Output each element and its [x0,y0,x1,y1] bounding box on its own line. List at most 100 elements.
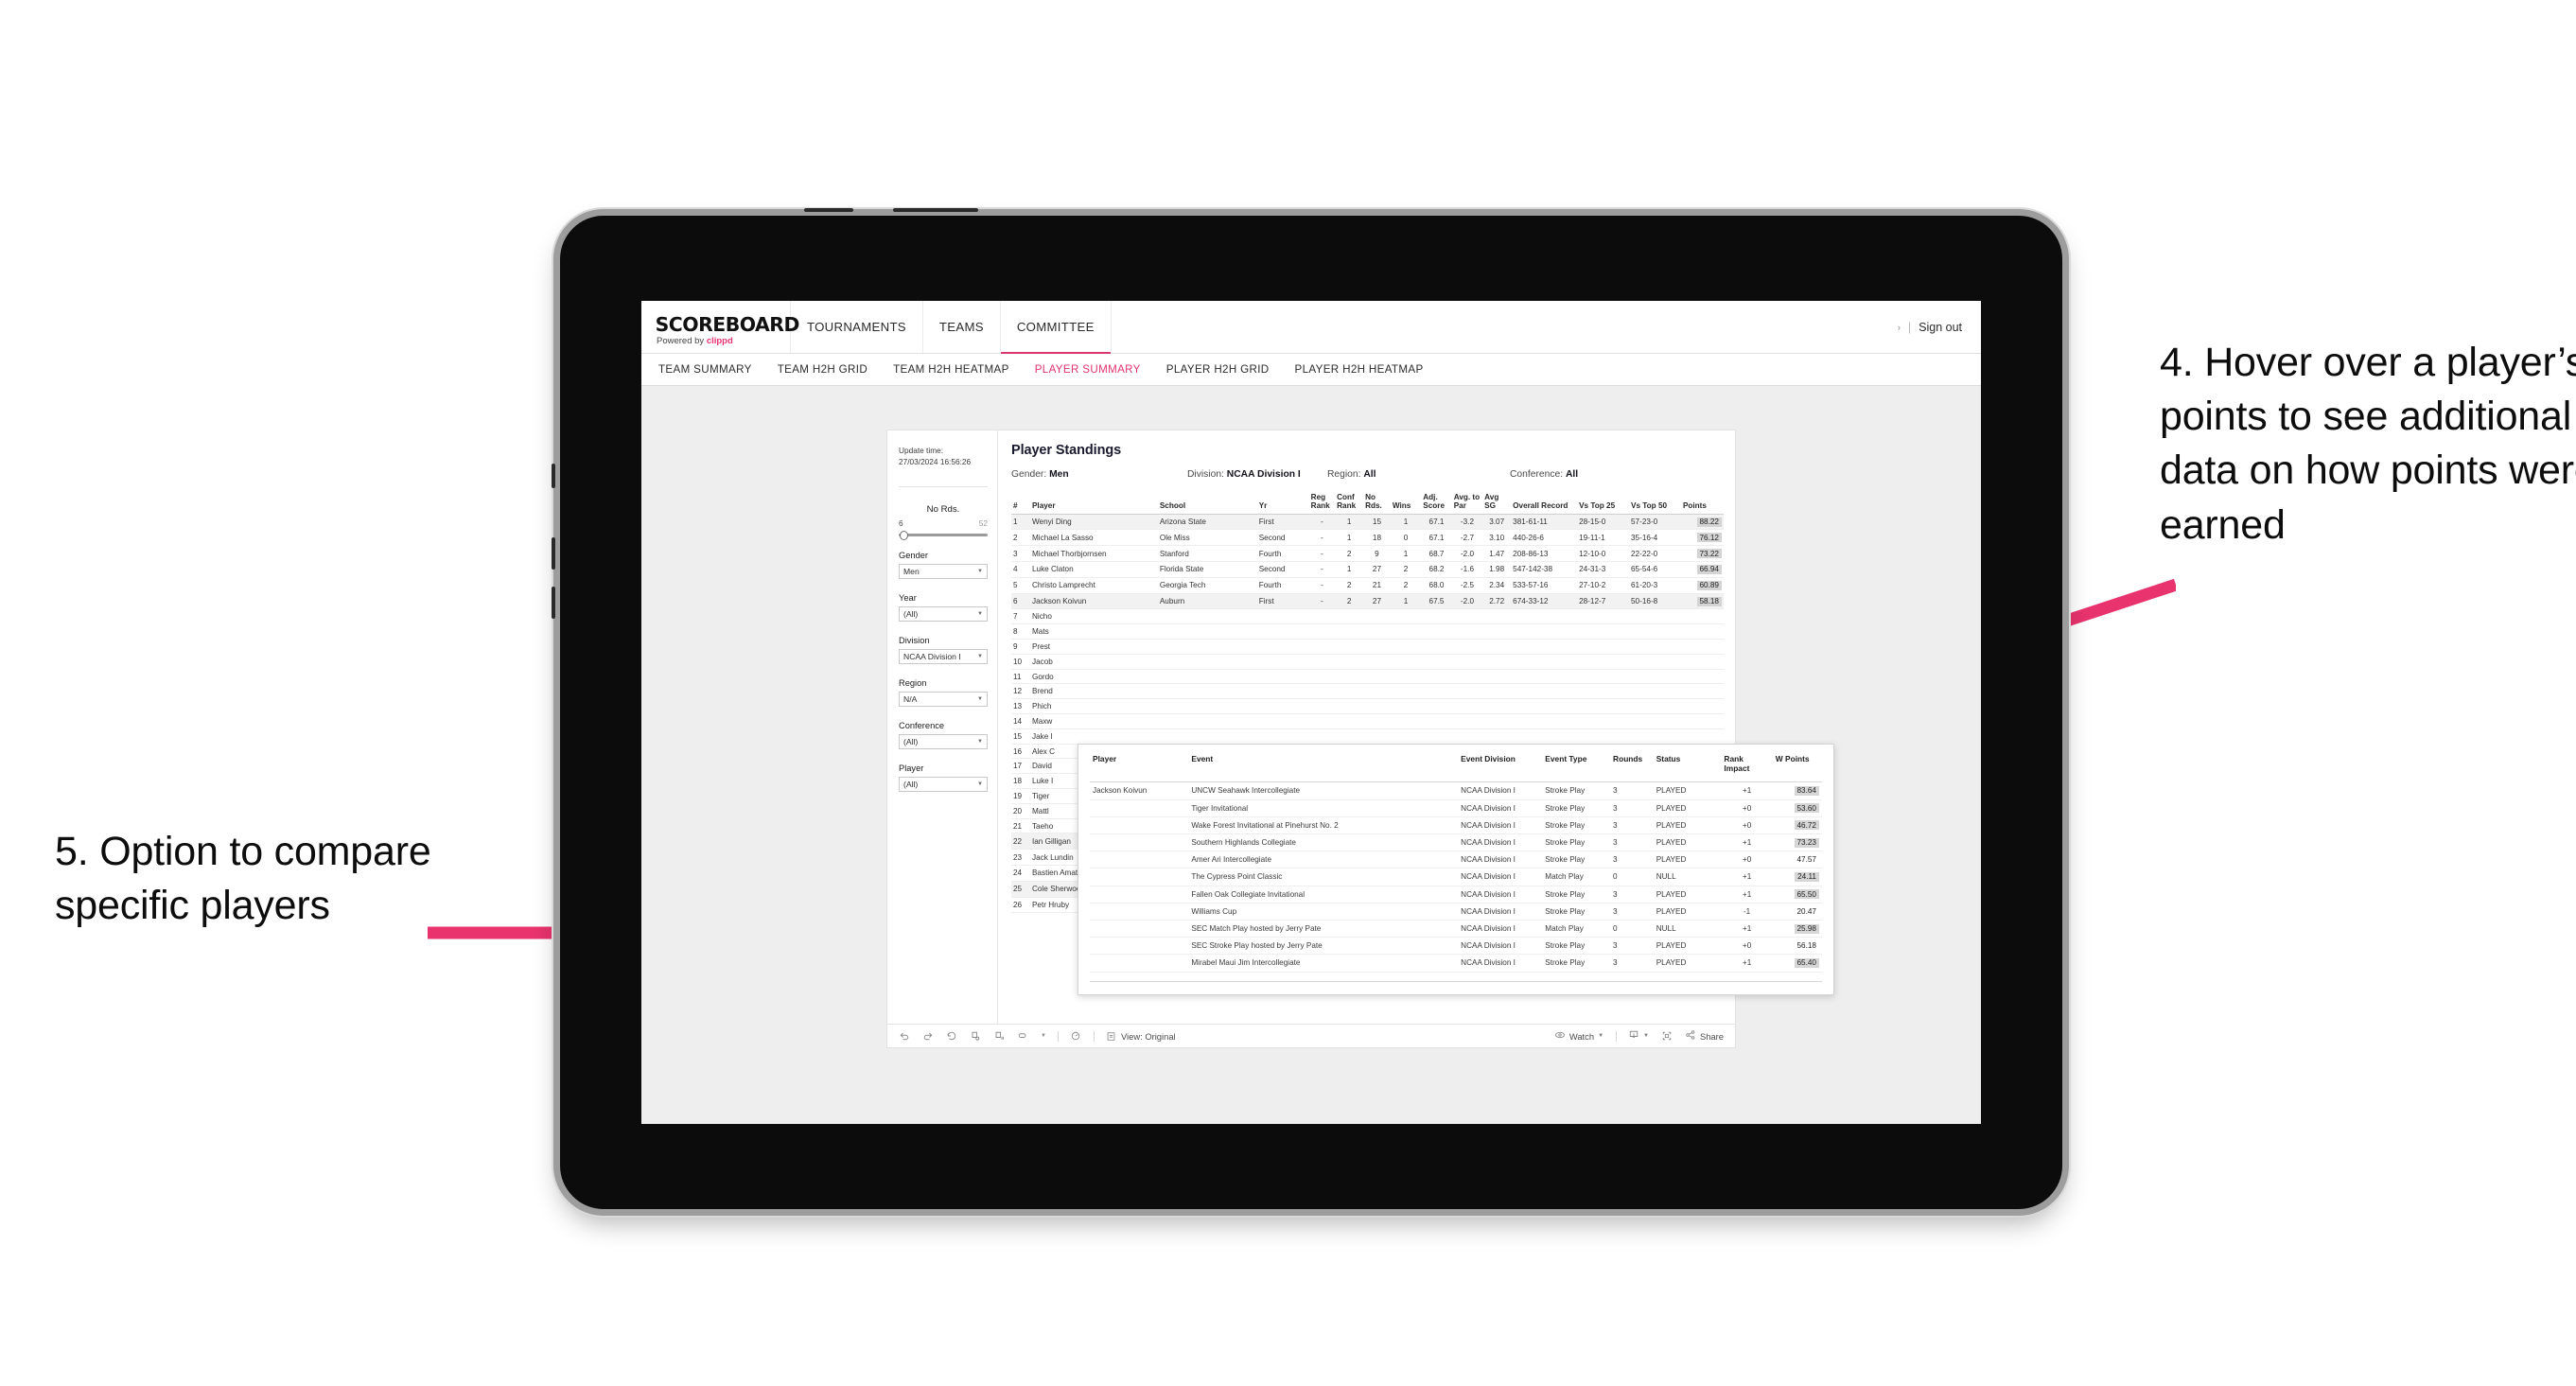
filter-division-select[interactable]: NCAA Division I ▼ [899,649,988,665]
table-row[interactable]: 4 Luke Claton Florida State Second -1 27 2 68.2… [1011,561,1724,578]
table-row[interactable]: 7 Nicho [1011,608,1724,625]
points-cell[interactable] [1680,713,1724,729]
redo-icon[interactable] [922,1030,934,1042]
view-icon[interactable] [1106,1031,1116,1042]
points-cell[interactable]: 66.94 [1680,561,1724,578]
meta-region: Region: All [1327,469,1510,480]
points-cell[interactable] [1680,608,1724,625]
col-wins[interactable]: Wins [1390,493,1422,515]
export-icon[interactable] [1017,1030,1028,1042]
filter-player-select[interactable]: (All) ▼ [899,777,988,793]
table-row[interactable]: 9 Prest [1011,639,1724,655]
no-rds-cell [1363,713,1391,729]
rank-cell: 10 [1011,654,1030,670]
nav-item-committee[interactable]: COMMITTEE [1000,301,1112,354]
table-row[interactable]: 1 Wenyi Ding Arizona State First -1 15 1 67.1 -3… [1011,514,1724,531]
no-rounds-slider[interactable]: No Rds. 6 52 [899,504,997,540]
avg-par-cell [1451,698,1483,715]
nav-item-teams[interactable]: TEAMS [923,301,1001,353]
points-cell[interactable] [1680,728,1724,745]
slider-handle[interactable] [900,530,908,540]
col-vs-top-50[interactable]: Vs Top 50 [1629,493,1681,515]
points-cell[interactable]: 58.18 [1680,593,1724,610]
year-cell [1256,728,1309,745]
pause-icon[interactable] [993,1030,1005,1042]
col-overall-record[interactable]: Overall Record [1511,493,1578,515]
table-row[interactable]: 12 Brend [1011,683,1724,700]
filter-conference-select[interactable]: (All) ▼ [899,734,988,750]
vs-top50-cell: 35-16-4 [1629,529,1681,547]
tab-player-summary[interactable]: PLAYER SUMMARY [1035,363,1157,376]
col-vs-top-25[interactable]: Vs Top 25 [1577,493,1629,515]
table-row[interactable]: 3 Michael Thorbjornsen Stanford Fourth -2 9 1 6… [1011,545,1724,563]
col-avg-to-par[interactable]: Avg. to Par [1451,493,1483,515]
table-row[interactable]: 8 Mats [1011,623,1724,640]
points-cell[interactable] [1680,669,1724,685]
points-cell[interactable] [1680,683,1724,700]
school-cell: Georgia Tech [1157,577,1257,594]
slider-track[interactable] [899,530,988,540]
points-cell[interactable]: 73.22 [1680,545,1724,563]
filter-region-select[interactable]: N/A ▼ [899,692,988,708]
points-cell[interactable]: 88.22 [1680,514,1724,531]
sign-out-link[interactable]: Sign out [1919,321,1962,334]
points-cell[interactable]: 60.89 [1680,577,1724,594]
filter-year-select[interactable]: (All) ▼ [899,606,988,623]
brand-logo[interactable]: SCOREBOARD Powered by clippd [641,301,799,353]
watch-button[interactable]: Watch ▼ [1554,1029,1603,1043]
avg-par-cell [1451,713,1483,729]
col-no-rds[interactable]: No Rds. [1363,493,1391,515]
adj-score-cell [1421,669,1452,685]
conf-rank-cell [1335,623,1364,640]
points-cell[interactable]: 76.12 [1680,529,1724,547]
chevron-down-icon[interactable]: ▼ [1041,1033,1046,1039]
download-button[interactable]: ▼ [1628,1029,1649,1043]
points-cell[interactable] [1680,698,1724,715]
tab-team-h2h-grid[interactable]: TEAM H2H GRID [778,363,884,376]
fullscreen-icon[interactable] [1661,1030,1673,1042]
tooltip-player-cell [1090,903,1189,921]
col-reg-rank[interactable]: Reg Rank [1308,493,1336,515]
points-cell[interactable] [1680,654,1724,670]
col-conf-rank[interactable]: Conf Rank [1335,493,1364,515]
table-row[interactable]: 5 Christo Lamprecht Georgia Tech Fourth -2 21… [1011,577,1724,594]
undo-icon[interactable] [899,1030,910,1042]
refresh-icon[interactable] [970,1030,981,1042]
points-cell[interactable] [1680,623,1724,640]
view-label[interactable]: View: Original [1121,1031,1176,1042]
tab-team-summary[interactable]: TEAM SUMMARY [658,363,768,376]
tab-player-h2h-grid[interactable]: PLAYER H2H GRID [1166,363,1286,376]
overall-record-cell [1511,698,1578,715]
col-school[interactable]: School [1157,493,1257,515]
table-row[interactable]: 10 Jacob [1011,654,1724,670]
adj-score-cell: 67.5 [1421,593,1452,610]
col-points[interactable]: Points [1680,493,1724,515]
tab-player-h2h-heatmap[interactable]: PLAYER H2H HEATMAP [1295,363,1440,376]
tab-team-h2h-heatmap[interactable]: TEAM H2H HEATMAP [893,363,1025,376]
col-player[interactable]: Player [1029,493,1158,515]
dashboard-icon[interactable] [1070,1030,1081,1042]
table-row[interactable]: 13 Phich [1011,698,1724,715]
wins-cell [1390,683,1422,700]
share-button[interactable]: Share [1685,1029,1724,1043]
adj-score-cell [1421,713,1452,729]
table-row[interactable]: 11 Gordo [1011,669,1724,685]
table-row[interactable]: 2 Michael La Sasso Ole Miss Second -1 18 0 67.1… [1011,529,1724,547]
col-avg-sg[interactable]: Avg SG [1482,493,1512,515]
avg-par-cell: -2.0 [1451,545,1483,563]
nav-item-tournaments[interactable]: TOURNAMENTS [791,301,923,353]
col-rank[interactable]: # [1011,493,1030,515]
col-adj-score[interactable]: Adj. Score [1421,493,1452,515]
reg-rank-cell [1308,608,1336,625]
table-row[interactable]: 6 Jackson Koivun Auburn First -2 27 1 67.5 -2.0 2… [1011,593,1724,610]
table-row[interactable]: 14 Maxw [1011,713,1724,729]
table-row[interactable]: 15 Jake I [1011,728,1724,745]
tooltip-status-cell: PLAYED [1653,886,1722,904]
col-year[interactable]: Yr [1256,493,1309,515]
revert-icon[interactable] [946,1030,957,1042]
tooltip-points-cell: 83.64 [1772,781,1822,800]
points-cell[interactable] [1680,639,1724,655]
avg-par-cell: -1.6 [1451,561,1483,578]
filter-gender-select[interactable]: Men ▼ [899,564,988,580]
tooltip-division-cell: NCAA Division I [1458,937,1543,956]
